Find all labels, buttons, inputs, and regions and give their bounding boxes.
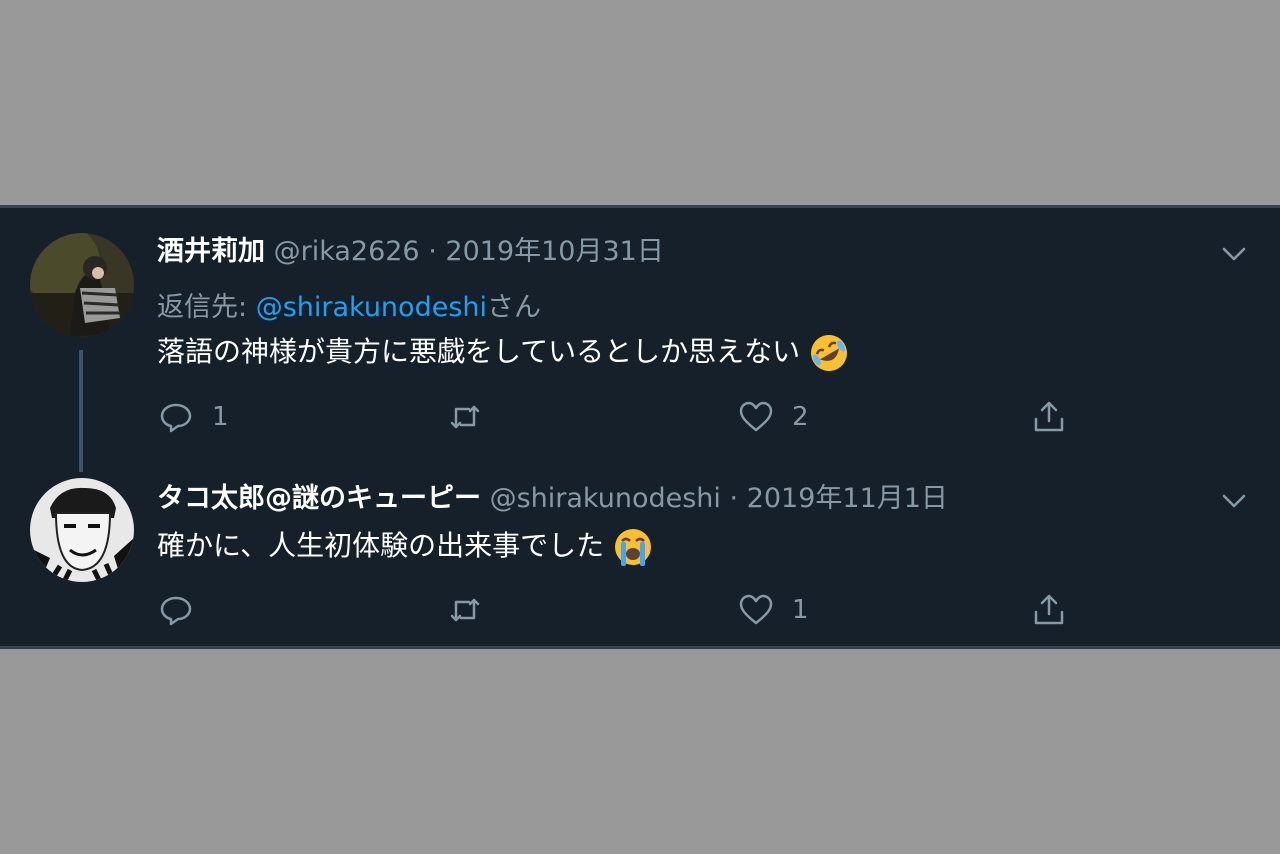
reply-button[interactable] bbox=[158, 590, 212, 630]
like-button[interactable]: 2 bbox=[738, 397, 809, 437]
share-icon bbox=[1034, 401, 1064, 432]
separator: · bbox=[729, 483, 739, 514]
tweet-body: 確かに、人生初体験の出来事でした bbox=[157, 529, 605, 562]
rolling-on-floor-laughing-icon bbox=[811, 335, 848, 371]
like-count: 1 bbox=[792, 595, 809, 625]
tweet-actions: 1 bbox=[0, 590, 1280, 630]
reply-suffix: さん bbox=[487, 292, 541, 323]
retweet-icon bbox=[450, 598, 480, 622]
tweet-body: 落語の神様が貴方に悪戯をしているとしか思えない bbox=[157, 335, 801, 368]
avatar[interactable] bbox=[30, 233, 134, 337]
tweet-header: タコ太郎@謎のキューピー @shirakunodeshi · 2019年11月1… bbox=[157, 481, 948, 517]
share-button[interactable] bbox=[1031, 397, 1067, 437]
like-count: 2 bbox=[792, 402, 809, 432]
tweet-thread-panel: 酒井莉加 @rika2626 · 2019年10月31日 返信先: @shira… bbox=[0, 205, 1280, 649]
reply-icon bbox=[160, 596, 192, 626]
tweet-text: 落語の神様が貴方に悪戯をしているとしか思えない bbox=[157, 332, 849, 373]
timestamp[interactable]: 2019年10月31日 bbox=[445, 236, 663, 267]
tweet-header: 酒井莉加 @rika2626 · 2019年10月31日 bbox=[157, 234, 664, 270]
reply-handle-link[interactable]: @shirakunodeshi bbox=[256, 292, 487, 323]
replying-to: 返信先: @shirakunodeshiさん bbox=[157, 285, 541, 324]
heart-icon bbox=[739, 401, 773, 432]
tweet-actions: 1 2 bbox=[0, 397, 1280, 437]
like-button[interactable]: 1 bbox=[738, 590, 809, 630]
reply-icon bbox=[160, 403, 192, 433]
chevron-down-icon[interactable] bbox=[1218, 238, 1250, 270]
avatar[interactable] bbox=[30, 478, 134, 582]
loudly-crying-face-icon bbox=[615, 529, 652, 566]
share-icon bbox=[1034, 594, 1064, 625]
display-name[interactable]: 酒井莉加 bbox=[157, 236, 265, 267]
handle[interactable]: @rika2626 bbox=[274, 236, 420, 267]
separator: · bbox=[428, 236, 437, 267]
reply-count: 1 bbox=[212, 402, 229, 432]
display-name[interactable]: タコ太郎@謎のキューピー bbox=[157, 483, 481, 514]
heart-icon bbox=[739, 594, 773, 625]
share-button[interactable] bbox=[1031, 590, 1067, 630]
chevron-down-icon[interactable] bbox=[1218, 485, 1250, 517]
retweet-button[interactable] bbox=[447, 397, 483, 437]
reply-button[interactable]: 1 bbox=[158, 397, 229, 437]
timestamp[interactable]: 2019年11月1日 bbox=[747, 483, 948, 514]
handle[interactable]: @shirakunodeshi bbox=[490, 483, 721, 514]
retweet-icon bbox=[450, 405, 480, 429]
tweet-text: 確かに、人生初体験の出来事でした bbox=[157, 526, 653, 567]
reply-prefix: 返信先: bbox=[157, 292, 256, 323]
retweet-button[interactable] bbox=[447, 590, 483, 630]
